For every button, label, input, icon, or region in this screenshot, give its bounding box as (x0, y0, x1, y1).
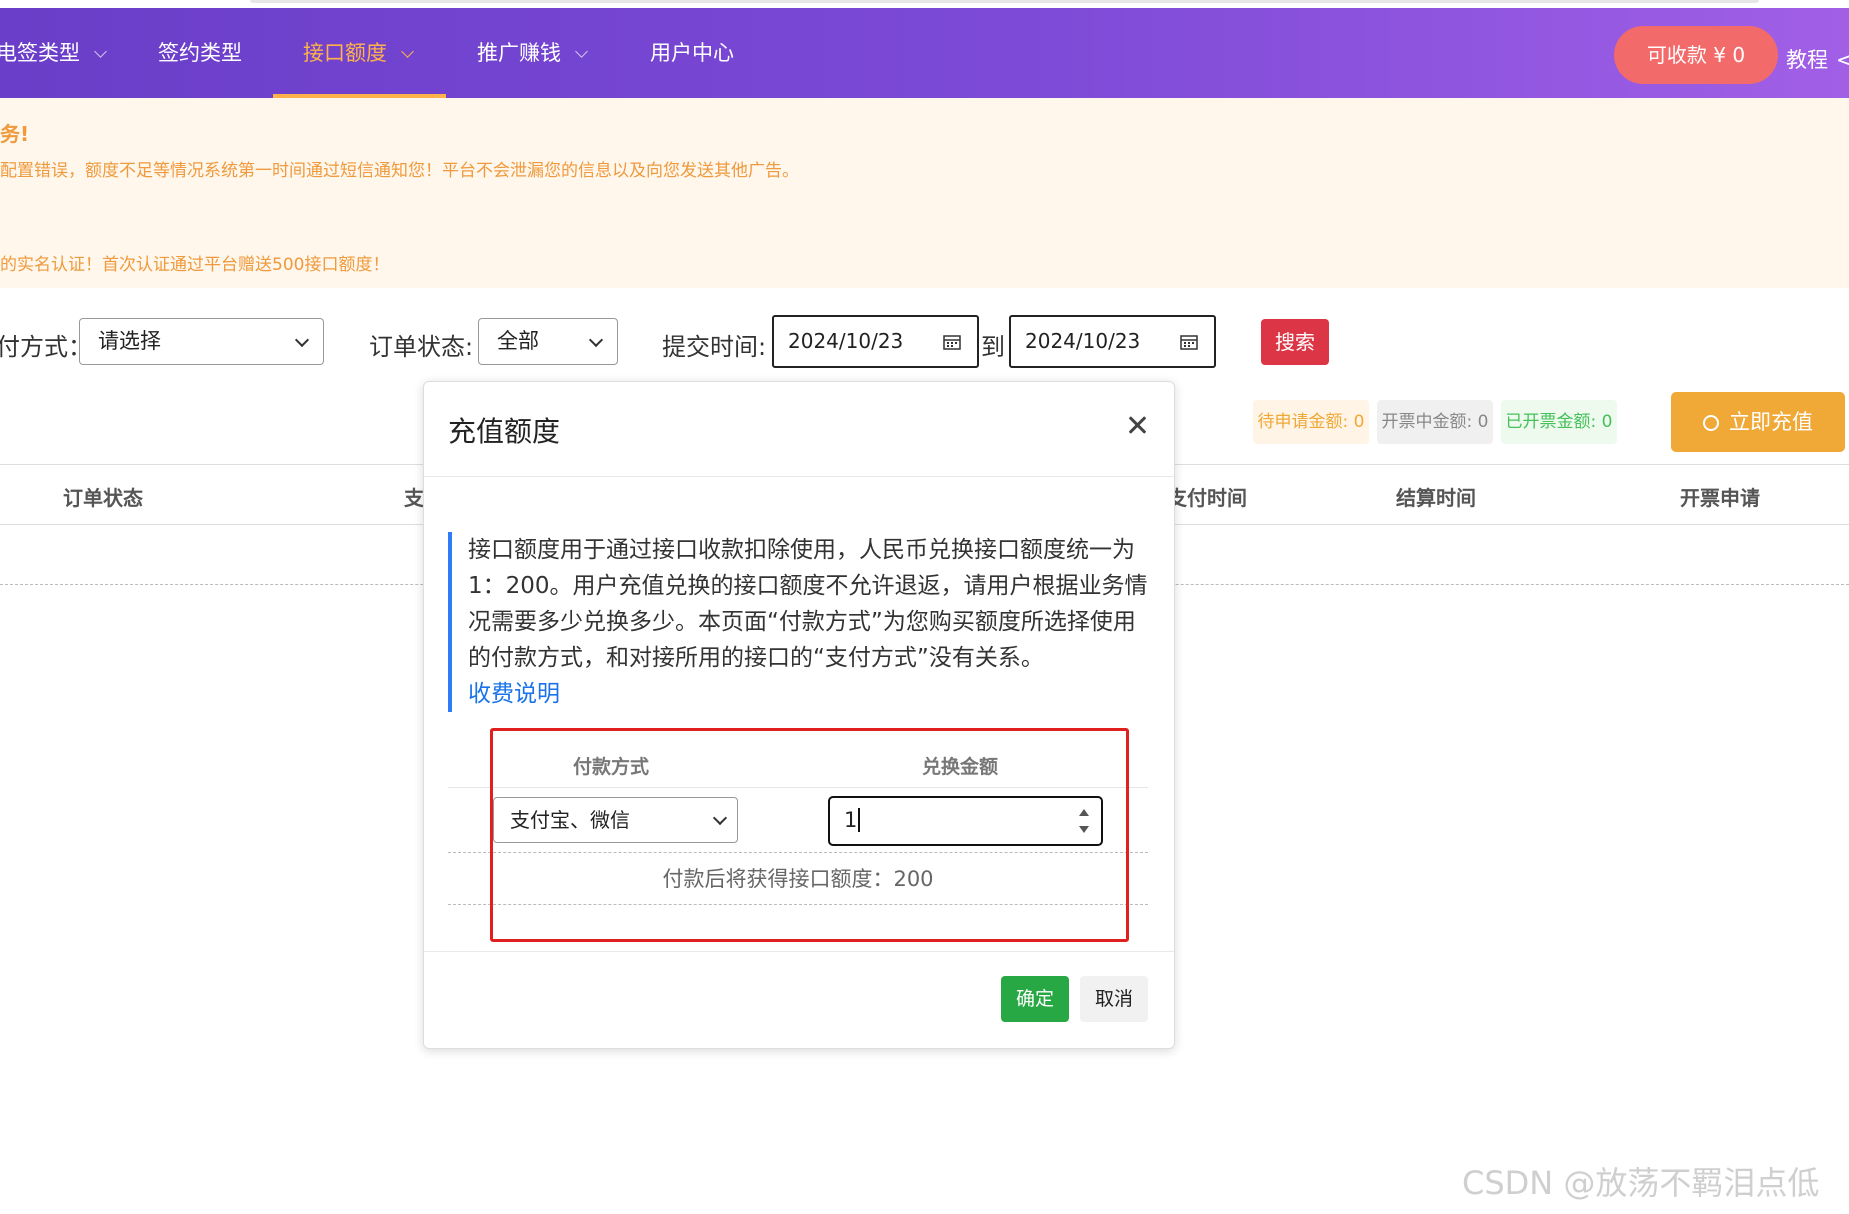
chevron-down-icon (588, 332, 604, 347)
recharge-quota-modal: 充值额度 接口额度用于通过接口收款扣除使用，人民币兑换接口额度统一为1：200。… (423, 381, 1175, 1049)
date-to-input[interactable]: 2024/10/23 (1009, 315, 1216, 368)
chevron-down-icon (575, 45, 588, 58)
nav-item-esign-type[interactable]: 电签类型 (0, 8, 107, 98)
nav-item-contract-type[interactable]: 签约类型 (158, 8, 242, 98)
calendar-icon[interactable] (1180, 334, 1198, 350)
confirm-button[interactable]: 确定 (1001, 976, 1069, 1022)
th-pay-time: 支付时间 (1167, 486, 1247, 510)
order-status-select[interactable]: 全部 (478, 318, 618, 365)
submit-time-label: 提交时间: (662, 333, 767, 361)
modal-footer-divider (424, 951, 1174, 952)
th-order-status: 订单状态 (63, 486, 143, 510)
date-from-input[interactable]: 2024/10/23 (772, 315, 979, 368)
nav-item-api-quota[interactable]: 接口额度 (303, 8, 414, 98)
browser-top-edge (0, 0, 1849, 8)
chevron-down-icon (401, 45, 414, 58)
recharge-now-button[interactable]: 立即充值 (1671, 392, 1845, 452)
th-settle-time: 结算时间 (1396, 486, 1476, 510)
chevron-down-icon (94, 45, 107, 58)
calendar-icon[interactable] (943, 334, 961, 350)
order-status-label: 订单状态: (369, 333, 474, 361)
modal-header-divider (424, 476, 1174, 477)
top-navbar: 电签类型 签约类型 接口额度 推广赚钱 用户中心 可收款 ¥ 0 教程 < (0, 8, 1849, 98)
notice-title: 务! (0, 122, 30, 146)
th-payment: 支 (404, 486, 424, 510)
nav-item-user-center[interactable]: 用户中心 (650, 8, 734, 98)
share-icon: < (1836, 48, 1849, 72)
notice-banner: 务! 配置错误，额度不足等情况系统第一时间通过短信通知您！平台不会泄漏您的信息以… (0, 98, 1849, 288)
recharge-icon (1703, 415, 1719, 431)
cancel-button[interactable]: 取消 (1080, 976, 1148, 1022)
notice-line: 配置错误，额度不足等情况系统第一时间通过短信通知您！平台不会泄漏您的信息以及向您… (0, 161, 799, 181)
nav-item-promote[interactable]: 推广赚钱 (477, 8, 588, 98)
pending-amount-badge: 待申请金额: 0 (1253, 400, 1369, 444)
modal-title: 充值额度 (448, 415, 561, 448)
notice-line: 的实名认证！首次认证通过平台赠送500接口额度！ (0, 255, 390, 275)
pay-method-select[interactable]: 请选择 (79, 318, 324, 365)
close-icon[interactable] (1126, 414, 1148, 436)
highlight-box (490, 728, 1129, 942)
quota-description: 接口额度用于通过接口收款扣除使用，人民币兑换接口额度统一为1：200。用户充值兑… (448, 532, 1148, 712)
invoiced-amount-badge: 已开票金额: 0 (1501, 400, 1617, 444)
collectable-balance-button[interactable]: 可收款 ¥ 0 (1614, 26, 1778, 84)
watermark: CSDN @放荡不羁泪点低 (1462, 1164, 1820, 1202)
fee-info-link[interactable]: 收费说明 (468, 676, 1148, 712)
invoicing-amount-badge: 开票中金额: 0 (1377, 400, 1493, 444)
to-label: 到 (981, 333, 1005, 361)
search-button[interactable]: 搜索 (1261, 319, 1329, 365)
tutorial-link[interactable]: 教程 < (1786, 44, 1849, 74)
chevron-down-icon (294, 332, 310, 347)
th-invoice-request: 开票申请 (1680, 486, 1760, 510)
